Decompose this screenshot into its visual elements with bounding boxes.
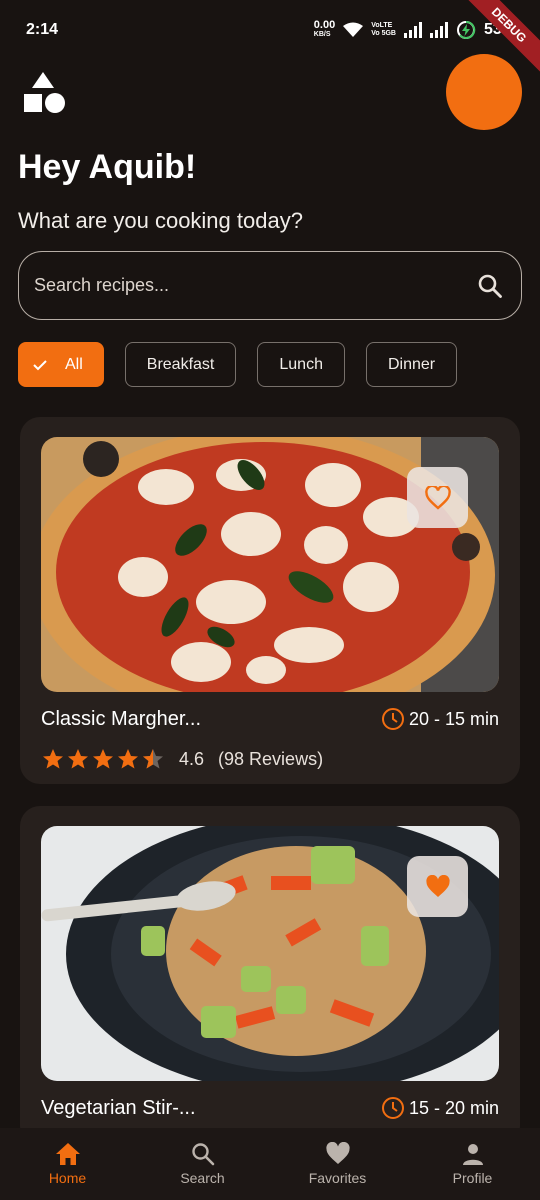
star-icon [118,749,138,769]
recipe-image [41,826,499,1081]
favorite-button[interactable] [407,467,468,528]
rating-value: 4.6 [179,748,205,769]
signal-icon [403,22,422,38]
star-icon [68,749,88,769]
wifi-icon [343,22,364,37]
nav-label: Favorites [308,1170,367,1186]
nav-label: Profile [452,1170,493,1186]
recipe-time: 15 - 20 min [381,1096,499,1120]
recipe-time: 20 - 15 min [381,707,499,731]
star-half-icon [143,749,163,769]
nav-item-favorites[interactable]: Favorites [270,1128,405,1200]
recipe-time-label: 15 - 20 min [408,1097,499,1118]
search-icon [191,1143,214,1166]
clock-icon [381,1097,404,1119]
recipe-card[interactable]: Vegetarian Stir-... 15 - 20 min [20,806,520,1146]
filter-chip-label: Dinner [387,355,436,373]
recipe-title: Classic Margher... [41,708,202,730]
greeting-subtitle: What are you cooking today? [18,208,303,233]
recipe-rating: 4.6 (98 Reviews) [41,747,323,771]
recipe-title: Vegetarian Stir-... [41,1097,196,1119]
status-indicators: 0.00 KB/S VoLTE Vo 5GB 53% [314,20,516,40]
favorite-button[interactable] [407,856,468,917]
profile-avatar[interactable] [446,54,522,130]
filter-chip-all[interactable]: All [18,342,104,387]
filter-chip-dinner[interactable]: Dinner [365,342,458,387]
filter-chip-label: Breakfast [146,355,215,373]
review-count: (98 Reviews) [218,748,324,769]
nav-label: Search [180,1170,225,1186]
volte-label: VoLTE Vo 5GB [371,22,396,37]
heart-filled-icon [425,874,450,897]
check-icon [33,359,47,370]
status-time: 2:14 [26,21,59,38]
recipe-time-label: 20 - 15 min [408,708,499,729]
nav-item-profile[interactable]: Profile [405,1128,540,1200]
nav-item-home[interactable]: Home [0,1128,135,1200]
signal-icon-2 [429,22,448,38]
star-icon [93,749,113,769]
search-icon[interactable] [477,273,503,299]
shapes-icon [24,72,65,113]
search-input[interactable] [34,275,477,296]
recipe-card[interactable]: Classic Margher... 20 - 15 min 4.6 (98 R… [20,417,520,784]
heart-outline-icon [424,485,451,510]
recipe-image [41,437,499,692]
heart-icon [325,1142,350,1164]
filter-chip-lunch[interactable]: Lunch [257,342,345,387]
greeting-title: Hey Aquib! [18,148,197,186]
bottom-navigation: Home Search Favorites Profile [0,1128,540,1200]
nav-label: Home [48,1170,87,1186]
filter-chip-label: All [65,355,83,373]
filter-chip-breakfast[interactable]: Breakfast [124,342,237,387]
home-icon [55,1143,80,1165]
battery-charging-icon [456,20,476,39]
person-icon [462,1144,483,1165]
net-speed: 0.00 KB/S [313,19,336,39]
category-filters: All Breakfast Lunch Dinner [18,342,458,387]
search-bar[interactable] [18,251,522,320]
nav-item-search[interactable]: Search [135,1128,270,1200]
filter-chip-label: Lunch [279,355,323,373]
rating-stars [41,747,165,771]
star-icon [43,749,63,769]
clock-icon [381,708,404,730]
status-bar: 2:14 0.00 KB/S VoLTE Vo 5GB 53% [0,0,540,60]
